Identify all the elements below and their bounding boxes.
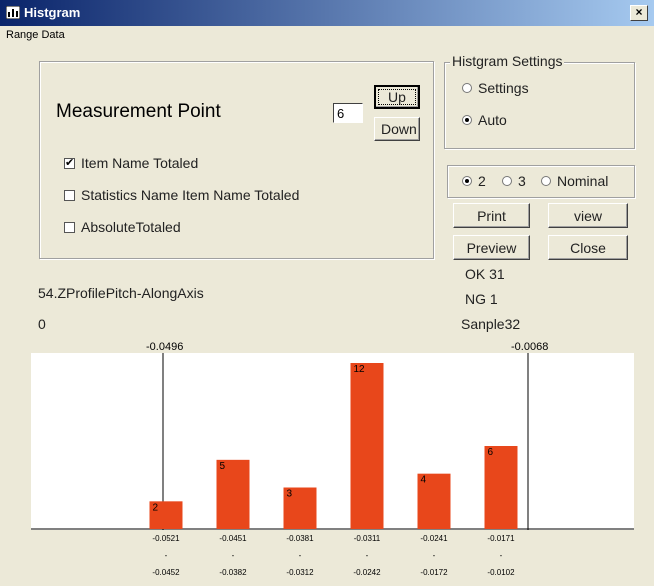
bar-count-label: 2 (153, 502, 159, 513)
bin-range-from: -0.0311 (353, 534, 381, 543)
checkbox-label: Statistics Name Item Name Totaled (81, 187, 300, 203)
mode-radio-2[interactable]: 2 (462, 173, 486, 189)
histgram-settings-title: Histgram Settings (450, 53, 565, 69)
bin-range-label: -0.0451 - -0.0382 (211, 533, 255, 584)
ok-count: OK 31 (465, 266, 505, 282)
checkbox-label: AbsoluteTotaled (81, 219, 181, 235)
mode-radio-nominal[interactable]: Nominal (541, 173, 608, 189)
up-button[interactable]: Up (374, 85, 420, 109)
bin-range-sep: - (365, 551, 369, 560)
histogram-svg: 2 5 3 12 4 6 (31, 353, 634, 530)
bin-range-to: -0.0312 (286, 568, 314, 577)
radio-label: Nominal (557, 173, 609, 189)
close-button[interactable]: Close (548, 235, 628, 260)
absolute-totaled-checkbox[interactable]: AbsoluteTotaled (64, 219, 181, 235)
histgram-window: Histgram × Range Data Measurement Point … (0, 0, 654, 586)
radio-label: Auto (478, 112, 507, 128)
checkbox-unchecked-icon (64, 190, 75, 201)
ng-count: NG 1 (465, 291, 498, 307)
bar-count-label: 4 (421, 475, 427, 486)
radio-selected-icon (462, 115, 472, 125)
histogram-chart: 2 5 3 12 4 6 (31, 353, 634, 530)
item-name-label: 54.ZProfilePitch-AlongAxis (38, 285, 204, 301)
bin-range-from: -0.0241 (420, 534, 448, 543)
bin-range-to: -0.0452 (152, 568, 180, 577)
measurement-point-input[interactable] (333, 103, 363, 123)
close-window-button[interactable]: × (630, 5, 648, 21)
radio-unselected-icon (462, 83, 472, 93)
mode-radio-3[interactable]: 3 (502, 173, 526, 189)
auto-radio[interactable]: Auto (462, 112, 507, 128)
checkbox-label: Item Name Totaled (81, 155, 199, 171)
statistics-name-totaled-checkbox[interactable]: Statistics Name Item Name Totaled (64, 187, 299, 203)
bin-range-sep: - (499, 551, 503, 560)
bin-range-from: -0.0381 (286, 534, 314, 543)
bin-range-label: -0.0171 - -0.0102 (479, 533, 523, 584)
bin-range-label: -0.0381 - -0.0312 (278, 533, 322, 584)
bar-count-label: 5 (220, 461, 226, 472)
sample-count: Sanple32 (461, 316, 521, 332)
bin-range-label: -0.0521 - -0.0452 (144, 533, 188, 584)
radio-selected-icon (462, 176, 472, 186)
radio-label: 3 (518, 173, 526, 189)
bin-range-from: -0.0171 (487, 534, 515, 543)
menu-range-data[interactable]: Range Data (6, 29, 65, 41)
bin-range-from: -0.0521 (152, 534, 180, 543)
measurement-point-label: Measurement Point (56, 101, 221, 122)
zero-label: 0 (38, 316, 46, 332)
checkbox-unchecked-icon (64, 222, 75, 233)
radio-unselected-icon (541, 176, 551, 186)
preview-button[interactable]: Preview (453, 235, 530, 260)
radio-label: Settings (478, 80, 529, 96)
bin-range-label: -0.0241 - -0.0172 (412, 533, 456, 584)
menu-bar: Range Data (0, 26, 654, 46)
checkbox-checked-icon (64, 156, 75, 169)
bar-count-label: 12 (354, 364, 366, 375)
histogram-bar (350, 363, 384, 529)
window-title: Histgram (24, 5, 81, 20)
bin-range-sep: - (432, 551, 436, 560)
bin-range-to: -0.0102 (487, 568, 515, 577)
title-bar[interactable]: Histgram × (0, 0, 654, 26)
down-button[interactable]: Down (374, 117, 420, 141)
lower-limit-label: -0.0496 (146, 341, 184, 353)
radio-label: 2 (478, 173, 486, 189)
app-icon (6, 6, 20, 19)
bin-range-to: -0.0242 (353, 568, 381, 577)
bin-range-sep: - (164, 551, 168, 560)
bin-range-to: -0.0172 (420, 568, 448, 577)
histogram-bar (484, 446, 518, 529)
bar-count-label: 6 (488, 447, 494, 458)
settings-radio[interactable]: Settings (462, 80, 529, 96)
radio-unselected-icon (502, 176, 512, 186)
bin-range-sep: - (231, 551, 235, 560)
bin-range-to: -0.0382 (219, 568, 247, 577)
bin-range-sep: - (298, 551, 302, 560)
bin-range-label: -0.0311 - -0.0242 (345, 533, 389, 584)
histgram-settings-group (444, 62, 635, 149)
bar-count-label: 3 (287, 489, 293, 500)
view-button[interactable]: view (548, 203, 628, 228)
print-button[interactable]: Print (453, 203, 530, 228)
bin-range-from: -0.0451 (219, 534, 247, 543)
item-name-totaled-checkbox[interactable]: Item Name Totaled (64, 155, 198, 171)
upper-limit-label: -0.0068 (511, 341, 549, 353)
